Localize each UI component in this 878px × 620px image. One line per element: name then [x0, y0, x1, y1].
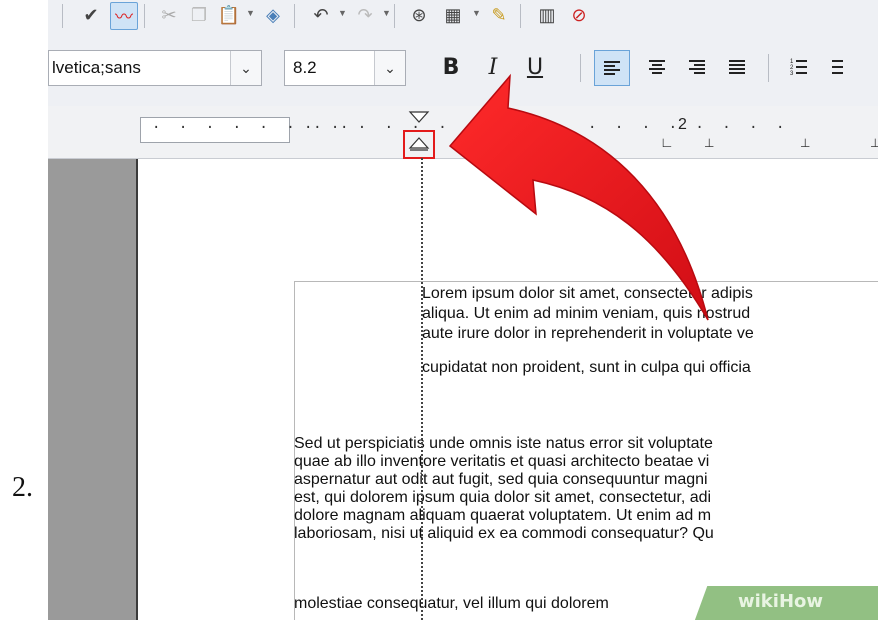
red-arrow-icon [448, 73, 709, 321]
step-number: 2. [12, 472, 33, 503]
screenshot: ✔ 〰 ✂ ❐ 📋 ▼ ◈ ↶ ▼ ↷ ▼ ⊛ ▦ ▼ ✎ ▥ ⊘ lvetic… [48, 0, 878, 620]
watermark-logo: wikiHow [738, 591, 823, 612]
